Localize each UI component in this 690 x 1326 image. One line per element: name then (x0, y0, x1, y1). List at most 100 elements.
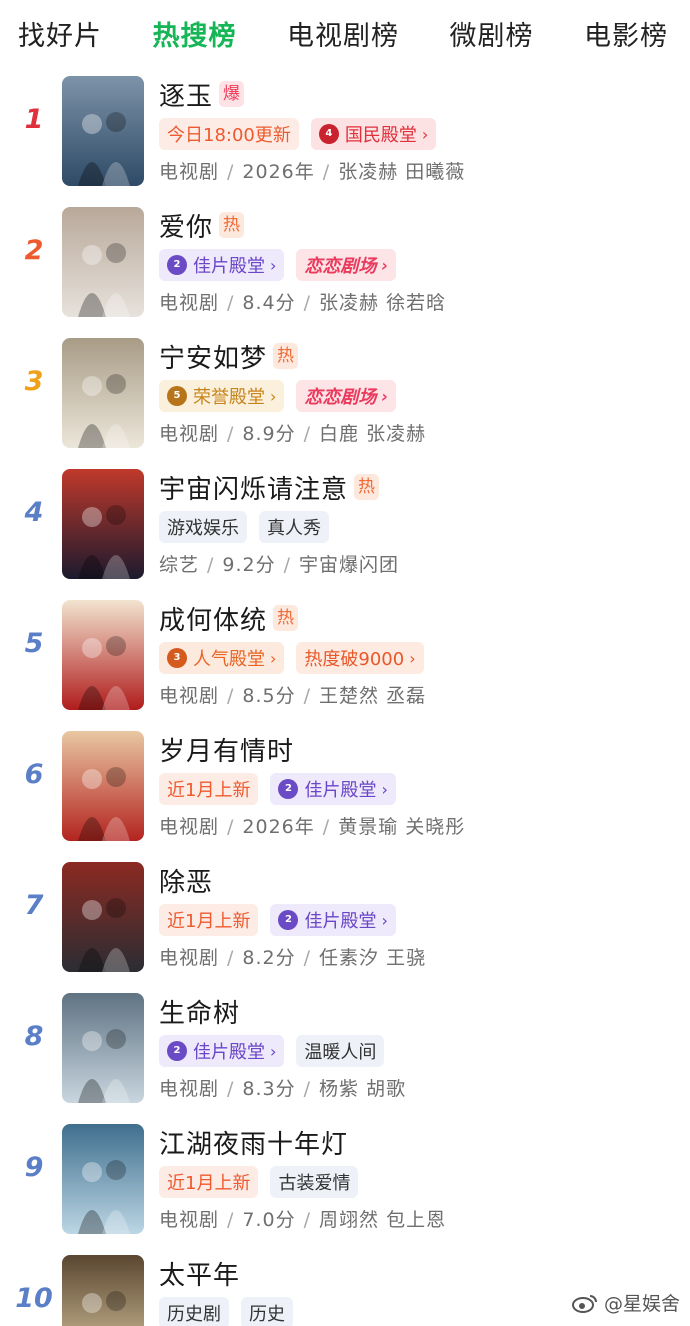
chevron-right-icon: › (381, 386, 388, 406)
title-row: 太平年 (159, 1255, 240, 1292)
hot-badge: 爆 (219, 81, 245, 107)
meta-separator: / (227, 1078, 235, 1100)
tag-lianlian[interactable]: 恋恋剧场 › (296, 249, 396, 281)
tag-row: 5 荣誉殿堂 › 恋恋剧场 › (159, 380, 396, 412)
tag-update[interactable]: 近1月上新 (159, 1166, 259, 1198)
tag-guomin[interactable]: 4 国民殿堂 › (310, 118, 437, 150)
show-title[interactable]: 江湖夜雨十年灯 (159, 1124, 348, 1161)
meta-field: 综艺 (159, 554, 200, 576)
poster-image[interactable] (62, 469, 144, 579)
list-item[interactable]: 9 江湖夜雨十年灯 近1月上新 古装爱情 电视剧 / 7.0分 / 周翊然 包上恩 (0, 1114, 690, 1245)
meta-field: 王楚然 丞磊 (319, 685, 427, 707)
tag-row: 近1月上新 2 佳片殿堂 › (159, 904, 396, 936)
meta-field: 电视剧 (159, 161, 220, 183)
show-title[interactable]: 生命树 (159, 993, 240, 1030)
meta-info: 电视剧 / 2026年 / 张凌赫 田曦薇 (159, 157, 465, 184)
list-item[interactable]: 8 生命树 2 佳片殿堂 › 温暖人间 电视剧 / 8.3分 / 杨紫 胡歌 (0, 983, 690, 1114)
tag-label: 恋恋剧场 (304, 256, 377, 277)
tag-jiapian[interactable]: 2 佳片殿堂 › (159, 249, 285, 281)
tag-heat[interactable]: 热度破9000 › (296, 642, 424, 674)
chevron-right-icon: › (270, 255, 277, 275)
tag-label: 真人秀 (267, 518, 321, 539)
meta-separator: / (227, 816, 235, 838)
tag-row: 历史剧 历史 (159, 1297, 293, 1326)
show-title[interactable]: 太平年 (159, 1255, 240, 1292)
tag-lianlian[interactable]: 恋恋剧场 › (296, 380, 396, 412)
meta-field: 8.5分 (242, 685, 296, 707)
chevron-right-icon: › (381, 910, 388, 930)
tag-label: 历史剧 (167, 1304, 221, 1325)
tag-label: 历史 (249, 1304, 285, 1325)
tag-jiapian[interactable]: 2 佳片殿堂 › (270, 904, 396, 936)
meta-separator: / (303, 1078, 312, 1100)
list-item[interactable]: 5 成何体统热 3 人气殿堂 › 热度破9000 › 电视剧/8.5分 / 王楚然 丞磊 (0, 590, 690, 721)
poster-image[interactable] (62, 600, 144, 710)
tag-genre[interactable]: 历史剧 (159, 1297, 229, 1326)
tag-label: 今日18:00更新 (167, 125, 291, 146)
meta-field: 电视剧 (159, 292, 220, 314)
tab-bar: 找好片 热搜榜 电视剧榜 微剧榜 电影榜 (0, 0, 690, 66)
title-row: 江湖夜雨十年灯 (159, 1124, 348, 1161)
tag-row: 近1月上新 古装爱情 (159, 1166, 359, 1198)
tag-label: 热度破9000 (304, 649, 405, 670)
poster-image[interactable] (62, 207, 144, 317)
tag-renqi[interactable]: 3 人气殿堂 › (159, 642, 285, 674)
list-item[interactable]: 1 逐玉爆今日18:00更新 4 国民殿堂 › 电视剧 / 2026年 / 张凌赫 田曦薇 (0, 66, 690, 197)
tag-genre[interactable]: 古装爱情 (270, 1166, 359, 1198)
tab-4[interactable]: 电影榜 (584, 14, 668, 53)
list-item[interactable]: 7 除恶 近1月上新 2 佳片殿堂 › 电视剧 / 8.2分 / 任素汐 王骁 (0, 852, 690, 983)
meta-info: 电视剧 / 8.9分 / 白鹿 张凌赫 (159, 419, 426, 446)
weibo-icon (571, 1293, 598, 1313)
rank-number: 6 (24, 759, 44, 790)
title-row: 除恶 (159, 862, 213, 899)
poster-image[interactable] (62, 76, 144, 186)
poster-image[interactable] (62, 862, 144, 972)
chevron-right-icon: › (270, 1041, 277, 1061)
show-title[interactable]: 除恶 (159, 862, 213, 899)
poster-image[interactable] (62, 731, 144, 841)
tag-jiapian[interactable]: 2 佳片殿堂 › (270, 773, 396, 805)
meta-separator: / (227, 423, 235, 445)
tag-row: 2 佳片殿堂 › 恋恋剧场 › (159, 249, 396, 281)
meta-field: 黄景瑜 关晓彤 (338, 816, 466, 838)
list-item[interactable]: 6 岁月有情时 近1月上新 2 佳片殿堂 › 电视剧 / 2026年 / 黄景瑜 关晓彤 (0, 721, 690, 852)
show-title[interactable]: 宇宙闪烁请注意 (159, 469, 348, 506)
tag-rongyu[interactable]: 5 荣誉殿堂 › (159, 380, 285, 412)
meta-field: 张凌赫 田曦薇 (338, 161, 466, 183)
hall-badge-icon: 2 (278, 779, 299, 799)
poster-image[interactable] (62, 338, 144, 448)
tag-genre[interactable]: 温暖人间 (296, 1035, 385, 1067)
list-item[interactable]: 4 宇宙闪烁请注意热游戏娱乐 真人秀 综艺 / 9.2分 / 宇宙爆闪团 (0, 459, 690, 590)
tab-1[interactable]: 热搜榜 (153, 14, 237, 53)
meta-info: 电视剧 / 7.0分 / 周翊然 包上恩 (159, 1205, 446, 1232)
meta-info: 电视剧 / 8.3分 / 杨紫 胡歌 (159, 1074, 406, 1101)
tag-genre[interactable]: 历史 (241, 1297, 293, 1326)
poster-image[interactable] (62, 993, 144, 1103)
tag-update[interactable]: 近1月上新 (159, 773, 259, 805)
poster-image[interactable] (62, 1255, 144, 1326)
show-title[interactable]: 成何体统 (159, 600, 267, 637)
meta-field: 电视剧 (159, 947, 220, 969)
title-row: 生命树 (159, 993, 240, 1030)
poster-image[interactable] (62, 1124, 144, 1234)
show-title[interactable]: 岁月有情时 (159, 731, 294, 768)
tag-update[interactable]: 今日18:00更新 (159, 118, 299, 150)
meta-separator: / (227, 947, 235, 969)
tab-0[interactable]: 找好片 (18, 14, 102, 53)
hall-badge-icon: 2 (278, 910, 299, 930)
show-title[interactable]: 逐玉 (159, 76, 213, 113)
tag-label: 荣誉殿堂 (193, 387, 265, 408)
tab-2[interactable]: 电视剧榜 (287, 14, 399, 53)
chevron-right-icon: › (409, 648, 416, 668)
tab-3[interactable]: 微剧榜 (450, 14, 534, 53)
meta-field: 张凌赫 徐若晗 (319, 292, 447, 314)
show-title[interactable]: 爱你 (159, 207, 213, 244)
tag-genre[interactable]: 游戏娱乐 (159, 511, 247, 543)
list-item[interactable]: 2 爱你热 2 佳片殿堂 › 恋恋剧场 › 电视剧/8.4分 / 张凌赫 徐若晗 (0, 197, 690, 328)
list-item[interactable]: 3 宁安如梦热 5 荣誉殿堂 › 恋恋剧场 › 电视剧/8.9分 / 白鹿 张凌赫 (0, 328, 690, 459)
tag-jiapian[interactable]: 2 佳片殿堂 › (159, 1035, 285, 1067)
tag-update[interactable]: 近1月上新 (159, 904, 259, 936)
show-title[interactable]: 宁安如梦 (159, 338, 267, 375)
hall-badge-icon: 2 (167, 255, 187, 275)
tag-genre[interactable]: 真人秀 (259, 511, 329, 543)
